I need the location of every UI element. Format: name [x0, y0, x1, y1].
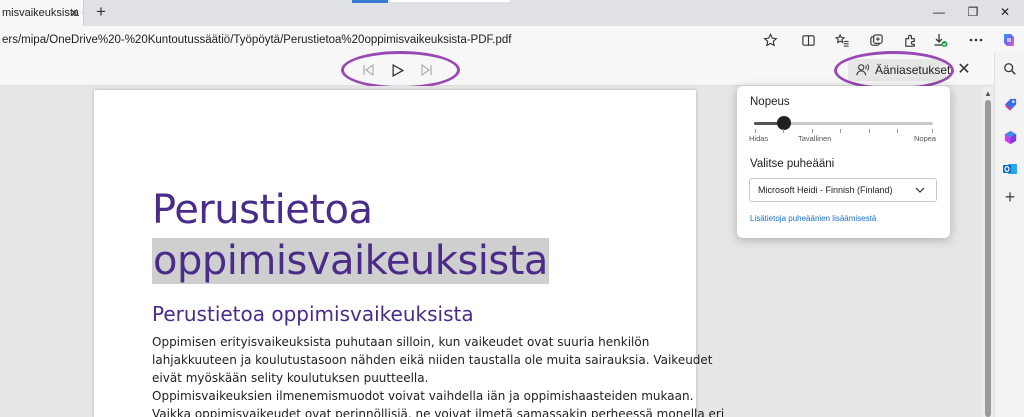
voice-select-label: Valitse puheääni [750, 158, 835, 170]
vertical-scrollbar[interactable]: ▲ [982, 86, 994, 417]
speed-label: Nopeus [750, 96, 790, 108]
new-tab-button[interactable]: + [92, 2, 110, 21]
tab-close-icon[interactable]: ✕ [66, 5, 82, 21]
edge-sidebar: + [994, 53, 1024, 417]
paragraph-line: lahjakkuuteen ja koulutustasoon nähden e… [152, 353, 713, 367]
document-title-line1: Perustietoa [152, 187, 373, 233]
window-close-button[interactable]: ✕ [992, 3, 1018, 21]
speed-tick-normal: Tavallinen [798, 134, 832, 143]
slider-tick [869, 129, 870, 133]
more-voices-link[interactable]: Lisätietoja puheäänien lisäämisestä [750, 214, 876, 223]
copilot-icon[interactable] [999, 30, 1019, 50]
tab-indicator [352, 0, 388, 3]
slider-tick [840, 129, 841, 133]
microsoft365-icon[interactable] [1000, 127, 1020, 147]
chevron-down-icon [914, 184, 926, 196]
paragraph-line: Oppimisen erityisvaikeuksista puhutaan s… [152, 335, 650, 349]
document-title-line2-highlighted: oppimisvaikeuksista [152, 238, 549, 284]
browser-tab[interactable]: misvaikeuksista - PDF ✕ [0, 0, 84, 26]
speed-tick-slow: Hidas [749, 134, 769, 143]
search-icon[interactable] [1000, 59, 1020, 79]
voice-select-dropdown[interactable]: Microsoft Heidi - Finnish (Finland) [749, 178, 937, 202]
collections-icon[interactable] [866, 30, 886, 50]
annotation-oval-voice-settings [834, 51, 954, 90]
shopping-tag-icon[interactable] [1000, 94, 1020, 114]
pdf-page: Perustietoa oppimisvaikeuksista Perustie… [94, 90, 725, 417]
paragraph-1: Oppimisen erityisvaikeuksista puhutaan s… [152, 333, 713, 387]
extensions-icon[interactable] [900, 30, 920, 50]
more-icon[interactable] [966, 30, 986, 50]
favorites-icon[interactable] [832, 30, 852, 50]
paragraph-line: Vaikka oppimisvaikeudet ovat perinnöllis… [152, 407, 725, 417]
minimize-button[interactable]: — [926, 3, 952, 21]
star-icon[interactable] [760, 30, 780, 50]
scroll-up-icon[interactable]: ▲ [984, 89, 992, 98]
slider-tick [783, 129, 784, 133]
speed-slider-knob[interactable] [777, 116, 792, 130]
add-icon[interactable]: + [1000, 187, 1020, 207]
annotation-oval-playback [341, 51, 460, 89]
paragraph-line: Oppimisvaikeuksien ilmenemismuodot voiva… [152, 389, 694, 403]
paragraph-line: eivät myöskään selity koulutuksen puutte… [152, 371, 429, 385]
restore-button[interactable]: ❐ [960, 3, 986, 21]
slider-tick [897, 129, 898, 133]
slider-tick [755, 129, 756, 133]
tab-strip: misvaikeuksista - PDF ✕ + — ❐ ✕ [0, 0, 1024, 26]
voice-settings-popup: Nopeus Hidas Tavallinen Nopea Valitse pu… [737, 86, 950, 238]
close-read-aloud-icon[interactable]: ✕ [955, 60, 973, 78]
outlook-icon[interactable] [1000, 159, 1020, 179]
speed-tick-fast: Nopea [914, 134, 937, 143]
url-field[interactable]: ers/mipa/OneDrive%20-%20Kuntoutussäätiö/… [0, 31, 790, 49]
document-heading: Perustietoa oppimisvaikeuksista [152, 302, 474, 326]
paragraph-2: Oppimisvaikeuksien ilmenemismuodot voiva… [152, 387, 725, 417]
slider-tick [812, 129, 813, 133]
downloads-icon[interactable] [930, 30, 950, 50]
scrollbar-thumb[interactable] [985, 100, 991, 417]
slider-tick [932, 129, 933, 133]
voice-select-value: Microsoft Heidi - Finnish (Finland) [758, 185, 893, 195]
split-screen-icon[interactable] [798, 30, 818, 50]
tab-indicator-light [390, 0, 510, 2]
